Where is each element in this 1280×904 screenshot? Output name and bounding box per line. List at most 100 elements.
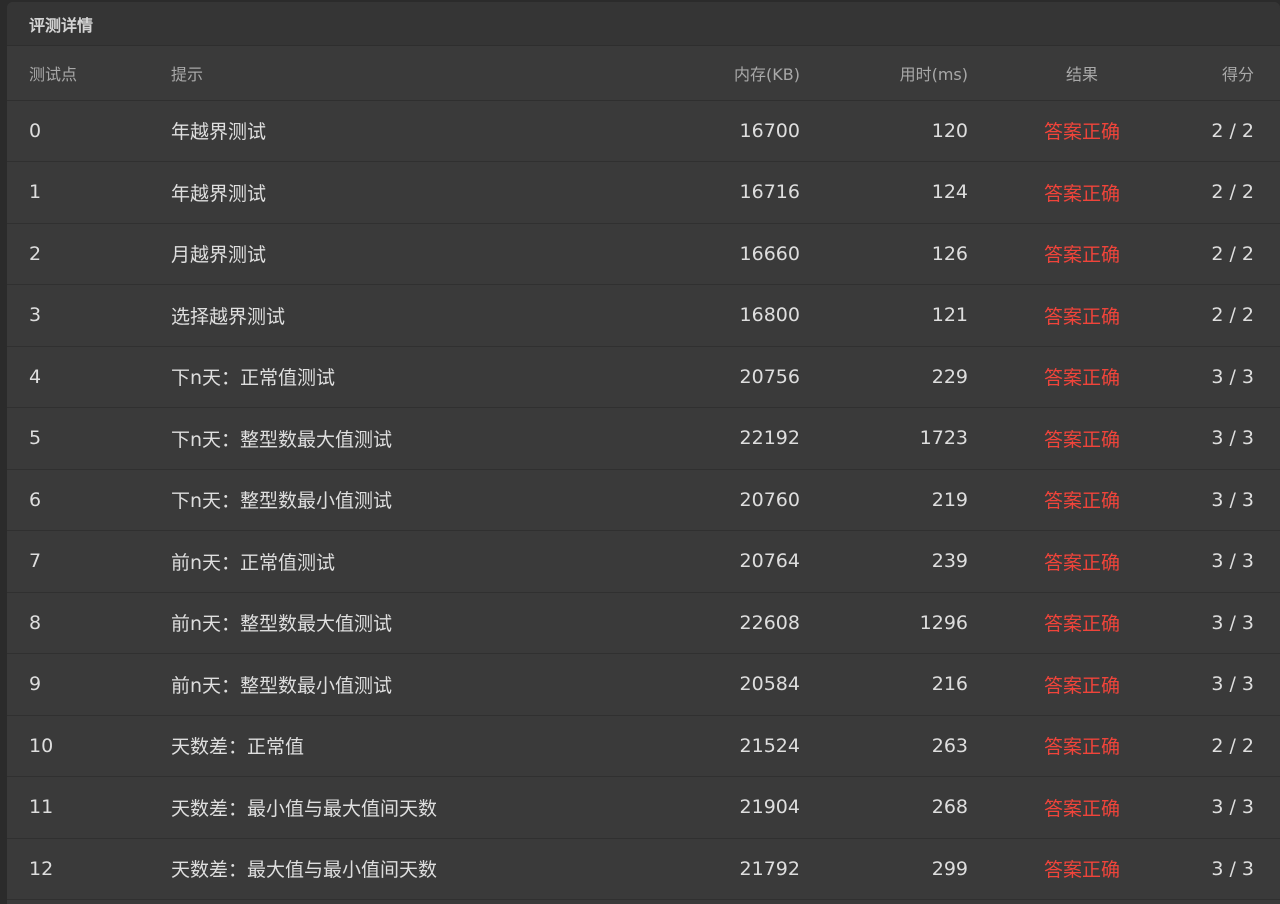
cell-hint: 选择越界测试: [171, 305, 286, 328]
cell-memory: 21904: [739, 796, 800, 819]
cell-score: 3 / 3: [1211, 550, 1254, 573]
cell-hint: 天数差：最大值与最小值间天数: [171, 859, 438, 882]
cell-score: 3 / 3: [1211, 673, 1254, 696]
cell-time: 239: [931, 550, 968, 573]
cell-memory: 21524: [739, 734, 800, 757]
cell-score: 2 / 2: [1211, 181, 1254, 204]
cell-index: 4: [29, 365, 42, 388]
cell-time: 1296: [919, 611, 968, 634]
cell-index: 8: [29, 611, 42, 634]
table-row: 3 选择越界测试 16800 121 答案正确 2 / 2: [7, 285, 1280, 347]
header-row: 测试点 提示 内存(KB) 用时(ms) 结果 得分: [7, 46, 1280, 101]
result-status: 答案正确: [1043, 859, 1120, 882]
table-body: 0 年越界测试 16700 120 答案正确 2 / 2 1 年越界测试 16716 124 答案正…: [7, 100, 1280, 900]
results-table: 测试点 提示 内存(KB) 用时(ms) 结果 得分 0 年越界测试 16700 12…: [7, 46, 1280, 900]
table-row: 5 下n天：整型数最大值测试 22192 1723 答案正确 3 / 3: [7, 408, 1280, 470]
cell-result: 答案正确: [968, 654, 1196, 716]
result-status: 答案正确: [1043, 551, 1120, 574]
cell-index: 3: [29, 304, 42, 327]
cell-score: 2 / 2: [1211, 242, 1254, 265]
cell-score: 3 / 3: [1211, 857, 1254, 880]
cell-index: 0: [29, 119, 42, 142]
cell-index: 2: [29, 242, 42, 265]
cell-score: 2 / 2: [1211, 304, 1254, 327]
cell-result: 答案正确: [968, 838, 1196, 900]
table-row: 9 前n天：整型数最小值测试 20584 216 答案正确 3 / 3: [7, 654, 1280, 716]
cell-memory: 16800: [739, 304, 800, 327]
cell-memory: 20764: [739, 550, 800, 573]
cell-time: 216: [931, 673, 968, 696]
result-status: 答案正确: [1043, 244, 1120, 267]
cell-index: 5: [29, 427, 42, 450]
cell-time: 219: [931, 488, 968, 511]
table-row: 12 天数差：最大值与最小值间天数 21792 299 答案正确 3 / 3: [7, 838, 1280, 900]
header-time: 用时(ms): [800, 46, 968, 101]
cell-result: 答案正确: [968, 285, 1196, 347]
cell-time: 299: [931, 857, 968, 880]
cell-hint: 年越界测试: [171, 121, 267, 144]
header-hint: 提示: [171, 46, 621, 101]
table-row: 10 天数差：正常值 21524 263 答案正确 2 / 2: [7, 715, 1280, 777]
cell-hint: 前n天：正常值测试: [171, 551, 336, 574]
cell-hint: 前n天：整型数最大值测试: [171, 613, 393, 636]
cell-hint: 下n天：整型数最大值测试: [171, 428, 393, 451]
table-header: 测试点 提示 内存(KB) 用时(ms) 结果 得分: [7, 46, 1280, 101]
header-memory: 内存(KB): [621, 46, 800, 101]
table-row: 7 前n天：正常值测试 20764 239 答案正确 3 / 3: [7, 531, 1280, 593]
cell-index: 6: [29, 488, 42, 511]
cell-hint: 下n天：整型数最小值测试: [171, 490, 393, 513]
cell-index: 1: [29, 181, 42, 204]
cell-hint: 下n天：正常值测试: [171, 367, 336, 390]
result-status: 答案正确: [1043, 490, 1120, 513]
cell-hint: 天数差：最小值与最大值间天数: [171, 797, 438, 820]
header-result: 结果: [968, 46, 1196, 101]
cell-score: 2 / 2: [1211, 734, 1254, 757]
cell-result: 答案正确: [968, 469, 1196, 531]
cell-result: 答案正确: [968, 531, 1196, 593]
cell-memory: 22192: [739, 427, 800, 450]
cell-score: 3 / 3: [1211, 796, 1254, 819]
cell-result: 答案正确: [968, 408, 1196, 470]
cell-result: 答案正确: [968, 162, 1196, 224]
cell-memory: 20584: [739, 673, 800, 696]
cell-memory: 16660: [739, 242, 800, 265]
cell-index: 7: [29, 550, 42, 573]
table-row: 6 下n天：整型数最小值测试 20760 219 答案正确 3 / 3: [7, 469, 1280, 531]
cell-result: 答案正确: [968, 223, 1196, 285]
cell-time: 229: [931, 365, 968, 388]
cell-memory: 22608: [739, 611, 800, 634]
cell-memory: 21792: [739, 857, 800, 880]
cell-time: 263: [931, 734, 968, 757]
cell-result: 答案正确: [968, 592, 1196, 654]
cell-index: 11: [29, 796, 54, 819]
cell-time: 124: [931, 181, 968, 204]
cell-index: 12: [29, 857, 54, 880]
cell-result: 答案正确: [968, 777, 1196, 839]
cell-result: 答案正确: [968, 346, 1196, 408]
cell-score: 2 / 2: [1211, 119, 1254, 142]
cell-index: 10: [29, 734, 54, 757]
cell-memory: 16700: [739, 119, 800, 142]
cell-result: 答案正确: [968, 715, 1196, 777]
table-row: 8 前n天：整型数最大值测试 22608 1296 答案正确 3 / 3: [7, 592, 1280, 654]
cell-time: 268: [931, 796, 968, 819]
cell-memory: 16716: [739, 181, 800, 204]
cell-time: 1723: [919, 427, 968, 450]
header-score: 得分: [1196, 46, 1280, 101]
cell-score: 3 / 3: [1211, 488, 1254, 511]
table-row: 2 月越界测试 16660 126 答案正确 2 / 2: [7, 223, 1280, 285]
cell-hint: 月越界测试: [171, 244, 267, 267]
result-status: 答案正确: [1043, 121, 1120, 144]
result-status: 答案正确: [1043, 305, 1120, 328]
table-row: 11 天数差：最小值与最大值间天数 21904 268 答案正确 3 / 3: [7, 777, 1280, 839]
cell-score: 3 / 3: [1211, 611, 1254, 634]
cell-hint: 前n天：整型数最小值测试: [171, 674, 393, 697]
panel-title: 评测详情: [29, 15, 94, 35]
result-status: 答案正确: [1043, 674, 1120, 697]
result-status: 答案正确: [1043, 367, 1120, 390]
result-status: 答案正确: [1043, 797, 1120, 820]
result-status: 答案正确: [1043, 613, 1120, 636]
cell-hint: 天数差：正常值: [171, 736, 305, 759]
cell-memory: 20760: [739, 488, 800, 511]
result-status: 答案正确: [1043, 736, 1120, 759]
